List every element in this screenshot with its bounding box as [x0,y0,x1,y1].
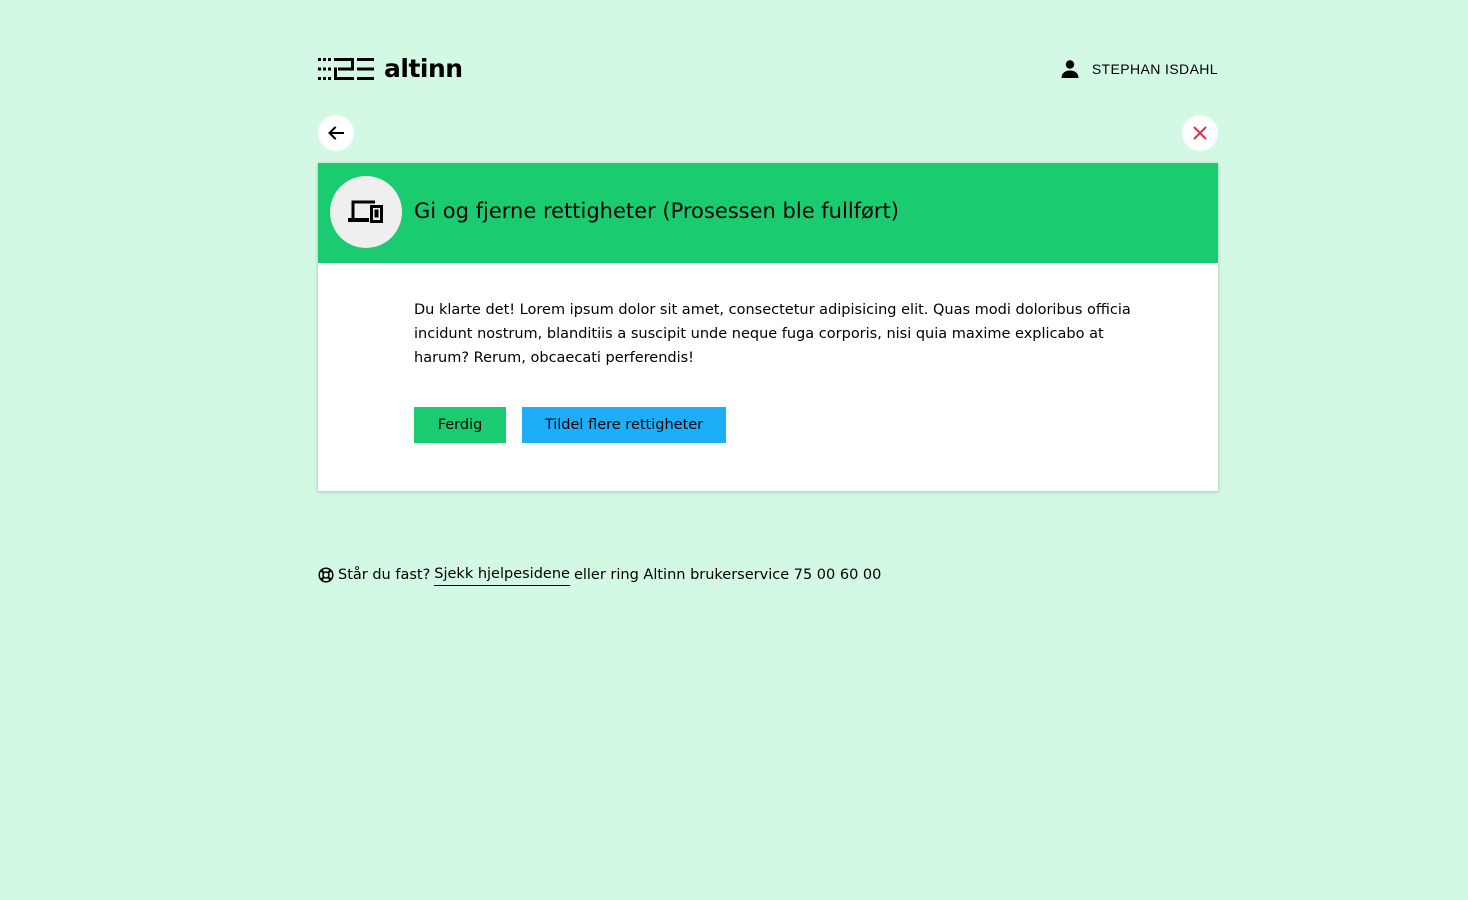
altinn-logo[interactable]: altinn [318,56,463,82]
process-card: Gi og fjerne rettigheter (Prosessen ble … [318,163,1218,491]
lifebuoy-icon [318,566,334,583]
close-icon [1193,126,1207,140]
card-description: Du klarte det! Lorem ipsum dolor sit ame… [414,302,1131,366]
card-title: Gi og fjerne rettigheter (Prosessen ble … [414,199,899,223]
top-bar: altinn STEPHAN ISDAHL [318,56,1218,82]
card-header: Gi og fjerne rettigheter (Prosessen ble … [318,163,1218,263]
user-name: STEPHAN ISDAHL [1091,61,1218,77]
help-suffix: eller ring Altinn brukerservice 75 00 60… [573,566,882,583]
help-footer: Står du fast? Sjekk hjelpesidene eller r… [318,563,881,586]
card-icon-circle [330,176,402,248]
help-prefix: Står du fast? [338,566,431,583]
close-button[interactable] [1182,115,1218,151]
altinn-logo-mark-icon [318,58,374,80]
done-button[interactable]: Ferdig [414,407,506,443]
card-actions: Ferdig Tildel flere rettigheter [414,407,726,443]
help-pages-link[interactable]: Sjekk hjelpesidene [434,563,570,586]
arrow-left-icon [328,126,344,140]
person-icon [1061,60,1079,78]
card-body: Du klarte det! Lorem ipsum dolor sit ame… [414,298,1134,370]
user-menu[interactable]: STEPHAN ISDAHL [1058,56,1218,82]
assign-more-rights-button[interactable]: Tildel flere rettigheter [522,407,726,443]
back-button[interactable] [318,115,354,151]
devices-icon [348,200,383,223]
logo-text: altinn [384,54,463,83]
